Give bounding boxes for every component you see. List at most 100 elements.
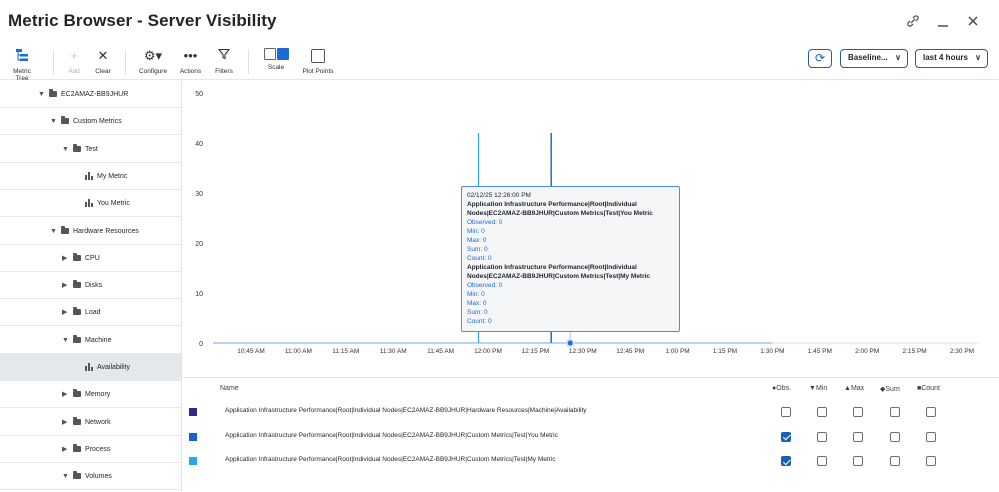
tree-node[interactable]: ▼ Volumes [0, 463, 181, 491]
tooltip-observed: Observed: 0 [467, 219, 503, 226]
minimize-icon[interactable] [935, 14, 951, 30]
expand-arrow-right-icon[interactable]: ▶ [62, 436, 67, 463]
time-range-dropdown[interactable]: last 4 hours ∨ [915, 49, 988, 68]
max-checkbox[interactable] [853, 456, 863, 466]
tree-node[interactable]: ▼ EC2AMAZ-BB9JHUR [0, 81, 181, 108]
tree-node[interactable]: ▼ Custom Metrics [0, 108, 181, 136]
add-label: Add [68, 68, 80, 75]
refresh-button[interactable]: ⟳ [808, 49, 832, 68]
plot-points-toggle[interactable]: Plot Points [302, 48, 334, 75]
tooltip-sum: Sum: 0 [467, 246, 488, 253]
expand-arrow-down-icon[interactable]: ▼ [62, 327, 69, 354]
expand-arrow-right-icon[interactable]: ▶ [62, 245, 67, 272]
tree-node-label: My Metric [97, 172, 128, 180]
plot-points-checkbox[interactable] [311, 49, 325, 63]
x-tick-label: 11:15 AM [332, 348, 359, 355]
min-checkbox[interactable] [817, 431, 827, 442]
expand-arrow-right-icon[interactable]: ▶ [62, 299, 67, 326]
expand-arrow-down-icon[interactable]: ▼ [62, 463, 69, 490]
column-header-obs[interactable]: ●Obs. [772, 385, 791, 392]
sum-checkbox[interactable] [890, 407, 900, 417]
tooltip-series-name: Application Infrastructure Performance|R… [467, 201, 653, 217]
scale-log-icon[interactable] [276, 48, 289, 60]
folder-icon [73, 334, 81, 343]
tree-node[interactable]: ▼ Test [0, 136, 181, 163]
column-header-name: Name [220, 385, 239, 392]
baseline-dropdown[interactable]: Baseline... ∨ [840, 49, 908, 68]
tree-node[interactable]: My Metric [0, 163, 181, 190]
max-checkbox[interactable] [853, 431, 863, 442]
tree-node[interactable]: ▶ Memory [0, 381, 181, 409]
obs-checkbox[interactable] [781, 456, 791, 466]
tooltip-count: Count: 0 [467, 318, 492, 325]
tree-node[interactable]: ▶ Disks [0, 272, 181, 300]
scale-control[interactable]: Scale [262, 48, 290, 71]
tree-node[interactable]: ▼ Machine [0, 327, 181, 354]
count-checkbox[interactable] [926, 407, 936, 417]
tree-node-label: Volumes [85, 473, 112, 481]
expand-arrow-right-icon[interactable]: ▶ [62, 272, 67, 299]
triangle-up-icon: ▲ [844, 385, 851, 392]
max-checkbox[interactable] [853, 407, 863, 417]
configure-label: Configure [138, 68, 168, 75]
expand-arrow-down-icon[interactable]: ▼ [62, 136, 69, 163]
tree-node[interactable]: ▶ Process [0, 436, 181, 463]
expand-arrow-right-icon[interactable]: ▶ [62, 409, 67, 436]
expand-arrow-down-icon[interactable]: ▼ [50, 218, 57, 245]
min-checkbox[interactable] [817, 456, 827, 466]
add-button[interactable]: + Add [64, 48, 84, 75]
tooltip-sum: Sum: 0 [467, 309, 488, 316]
filters-label: Filters [215, 68, 233, 75]
tree-node[interactable]: ▶ Network [0, 409, 181, 436]
tooltip-observed: Observed: 0 [467, 282, 503, 289]
obs-checkbox[interactable] [781, 407, 791, 417]
tree-node[interactable]: Availability [0, 354, 181, 381]
link-icon[interactable] [905, 14, 921, 30]
column-header-count[interactable]: ■Count [917, 385, 940, 392]
column-header-max[interactable]: ▲Max [844, 385, 864, 392]
metric-tree-button[interactable]: Metric Tree [6, 48, 38, 82]
sum-checkbox[interactable] [890, 456, 900, 466]
x-tick-label: 2:30 PM [950, 348, 974, 355]
metric-tree-label: Metric Tree [13, 68, 31, 82]
tree-node[interactable]: You Metric [0, 190, 181, 218]
tooltip-count: Count: 0 [467, 255, 492, 262]
column-header-sum[interactable]: ◆Sum [880, 385, 900, 393]
clear-button[interactable]: ✕ Clear [94, 48, 112, 75]
configure-button[interactable]: ⚙▾ Configure [138, 48, 168, 75]
plot-points-label: Plot Points [302, 68, 334, 75]
table-row[interactable]: Application Infrastructure Performance|R… [183, 400, 999, 424]
y-tick-label: 20 [195, 241, 203, 248]
tree-node-label: Load [85, 309, 101, 317]
chart-tooltip: 02/12/25 12:26:00 PM Application Infrast… [461, 186, 680, 332]
x-tick-label: 1:30 PM [760, 348, 784, 355]
x-tick-label: 12:45 PM [616, 348, 644, 355]
folder-icon [73, 252, 81, 261]
min-checkbox[interactable] [817, 407, 827, 417]
x-tick-label: 11:30 AM [380, 348, 407, 355]
chevron-down-icon: ∨ [895, 53, 901, 62]
expand-arrow-down-icon[interactable]: ▼ [50, 108, 57, 135]
column-header-min[interactable]: ▼Min [809, 385, 827, 392]
clear-label: Clear [95, 68, 111, 75]
bar-chart-icon [85, 199, 93, 208]
expand-arrow-right-icon[interactable]: ▶ [62, 381, 67, 408]
x-tick-label: 12:00 PM [474, 348, 502, 355]
toolbar-divider [53, 50, 54, 74]
count-checkbox[interactable] [926, 431, 936, 442]
tree-node[interactable]: ▶ CPU [0, 245, 181, 272]
window-header: Metric Browser - Server Visibility [0, 0, 999, 44]
actions-button[interactable]: ••• Actions [178, 48, 203, 75]
filters-button[interactable]: Filters [213, 48, 235, 75]
expand-arrow-down-icon[interactable]: ▼ [38, 81, 45, 108]
tree-node[interactable]: ▶ Load [0, 299, 181, 327]
tree-node[interactable]: ▼ Hardware Resources [0, 218, 181, 245]
obs-checkbox[interactable] [781, 431, 791, 442]
close-icon[interactable] [965, 14, 981, 30]
table-row[interactable]: Application Infrastructure Performance|R… [183, 449, 999, 473]
scale-linear-icon[interactable] [263, 48, 276, 60]
sum-checkbox[interactable] [890, 431, 900, 442]
count-checkbox[interactable] [926, 456, 936, 466]
scale-label: Scale [267, 64, 285, 71]
table-row[interactable]: Application Infrastructure Performance|R… [183, 425, 999, 449]
